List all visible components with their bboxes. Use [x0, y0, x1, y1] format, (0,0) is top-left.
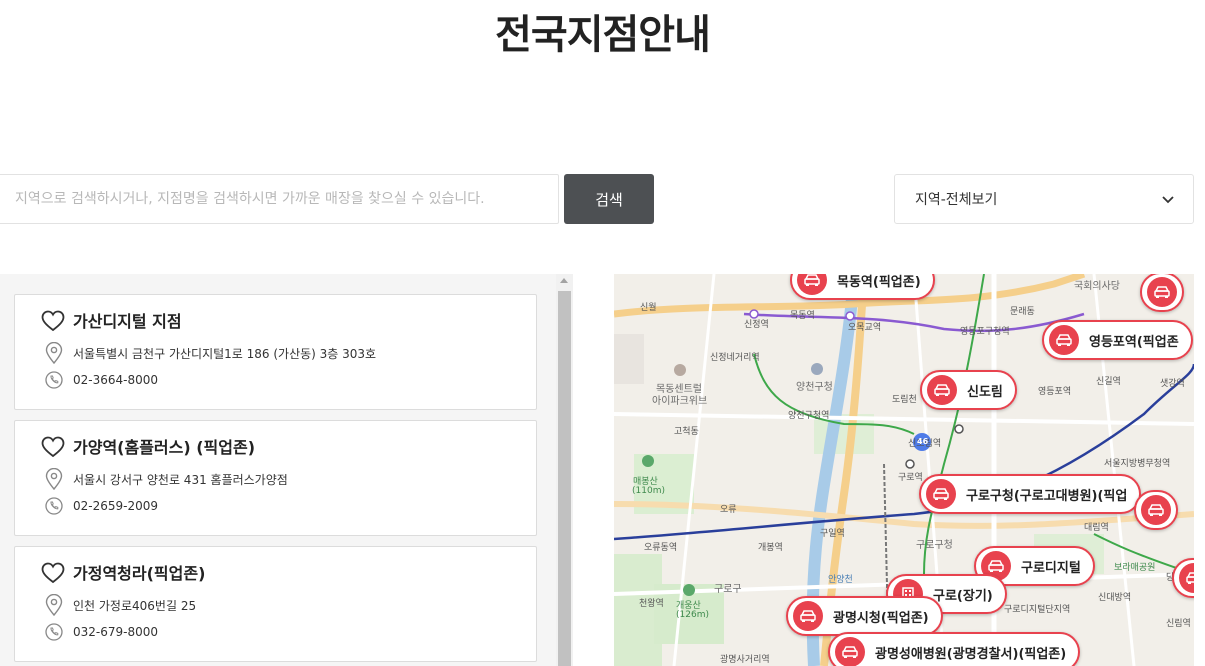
- car-icon: [1049, 325, 1079, 355]
- map-label: 신길역: [1096, 377, 1121, 387]
- map-marker[interactable]: 목동역(픽업존): [790, 274, 935, 300]
- map-label: 구로디지털단지역: [1004, 605, 1071, 615]
- map-marker[interactable]: 신도림: [920, 370, 1017, 410]
- map-label: 구로구청: [916, 540, 953, 551]
- heart-icon[interactable]: [41, 562, 65, 584]
- store-card[interactable]: 가정역청라(픽업존) 인천 가정로406번길 25 032-679-8000: [14, 546, 537, 662]
- car-icon: [797, 274, 827, 295]
- map-label: 보라매공원: [1114, 563, 1156, 573]
- store-name[interactable]: 가정역청라(픽업존): [73, 560, 205, 584]
- car-icon: [1147, 277, 1177, 307]
- map-label: 안양천: [828, 575, 853, 585]
- map-label: 신림역: [1166, 619, 1191, 629]
- store-name[interactable]: 가양역(홈플러스) (픽업존): [73, 434, 255, 458]
- map-label: 고척동: [674, 427, 699, 437]
- store-phone: 032-679-8000: [73, 625, 159, 639]
- phone-icon: [45, 371, 63, 389]
- store-card[interactable]: 가양역(홈플러스) (픽업존) 서울시 강서구 양천로 431 홈플러스가양점 …: [14, 420, 537, 536]
- map-label: 구로구: [714, 584, 742, 595]
- map-label: 양천구청: [796, 382, 833, 393]
- map-label: 아이파크위브: [652, 396, 708, 407]
- map-label: (110m): [632, 486, 665, 496]
- map-label: 광명사거리역: [720, 655, 770, 665]
- car-icon: [1141, 495, 1171, 525]
- store-locator-page: 전국지점안내 검색 지역-전체보기 가산디지털 지점 서울특별시 금천구 가산디…: [0, 0, 1205, 666]
- map-label: 양천구청역: [788, 411, 830, 421]
- marker-label: 목동역(픽업존): [837, 274, 921, 290]
- store-card[interactable]: 가산디지털 지점 서울특별시 금천구 가산디지털1로 186 (가산동) 3층 …: [14, 294, 537, 410]
- location-pin-icon: [45, 342, 63, 364]
- map-marker[interactable]: 구로구청(구로고대병원)(픽업: [919, 474, 1142, 514]
- marker-label: 광명성애병원(광명경찰서)(픽업존): [875, 646, 1067, 662]
- map-label: 도림천: [892, 395, 917, 405]
- map-label: 영등포역: [1038, 387, 1072, 397]
- store-list[interactable]: 가산디지털 지점 서울특별시 금천구 가산디지털1로 186 (가산동) 3층 …: [0, 274, 573, 666]
- heart-icon[interactable]: [41, 310, 65, 332]
- map-label: 46: [917, 437, 929, 446]
- map-label: 구일역: [820, 529, 845, 539]
- heart-icon[interactable]: [41, 436, 65, 458]
- scroll-up-arrow-icon[interactable]: [560, 278, 568, 283]
- map-label: 문래동: [1010, 307, 1035, 317]
- region-select[interactable]: 지역-전체보기: [894, 174, 1194, 224]
- search-button[interactable]: 검색: [564, 174, 654, 224]
- map-label: 신정역: [744, 320, 769, 330]
- map-marker[interactable]: [1134, 490, 1178, 530]
- map-label: 개봉역: [758, 543, 783, 553]
- marker-label: 구로구청(구로고대병원)(픽업: [966, 488, 1128, 504]
- store-address: 서울특별시 금천구 가산디지털1로 186 (가산동) 3층 303호: [73, 347, 377, 361]
- map-label: 서울지방병무청역: [1104, 459, 1171, 469]
- car-icon: [1179, 563, 1194, 593]
- map-label: 오목교역: [848, 323, 882, 333]
- map-label: 신월: [640, 303, 657, 313]
- phone-icon: [45, 497, 63, 515]
- car-icon: [793, 601, 823, 631]
- store-address: 서울시 강서구 양천로 431 홈플러스가양점: [73, 473, 288, 487]
- marker-label: 영등포역(픽업존: [1089, 334, 1179, 350]
- marker-label: 신도림: [967, 384, 1003, 400]
- map-marker[interactable]: 영등포역(픽업존: [1042, 320, 1193, 360]
- car-icon: [927, 375, 957, 405]
- scrollbar-thumb[interactable]: [558, 291, 571, 666]
- store-phone: 02-2659-2009: [73, 499, 159, 513]
- map-label: 국회의사당: [1074, 281, 1120, 292]
- location-pin-icon: [45, 468, 63, 490]
- map-label: 영등포구청역: [960, 327, 1010, 337]
- map-label: 대림역: [1084, 523, 1109, 533]
- search-input[interactable]: [0, 174, 559, 224]
- map-label: 천왕역: [639, 599, 664, 609]
- map-label: 구로역: [898, 473, 923, 483]
- page-title: 전국지점안내: [495, 12, 711, 58]
- scrollbar[interactable]: [556, 274, 573, 666]
- map-label: (126m): [676, 610, 709, 620]
- map-label: 샛강역: [1160, 379, 1185, 389]
- marker-label: 구로(장기): [933, 588, 993, 604]
- store-map[interactable]: 국회의사당 신정역 목동역 오목교역 영등포구청역 신정네거리역 양천구청 목동…: [614, 274, 1194, 666]
- map-marker[interactable]: [1140, 274, 1184, 312]
- marker-label: 구로디지털: [1021, 560, 1081, 576]
- marker-label: 광명시청(픽업존): [833, 610, 929, 626]
- phone-icon: [45, 623, 63, 641]
- map-label: 오류동역: [644, 543, 678, 553]
- map-label: 신정네거리역: [710, 353, 760, 363]
- map-label: 오류: [720, 505, 737, 515]
- map-label: 신대방역: [1098, 593, 1132, 603]
- map-marker[interactable]: 광명시청(픽업존): [786, 596, 943, 636]
- location-pin-icon: [45, 594, 63, 616]
- car-icon: [835, 637, 865, 666]
- region-select-value: 지역-전체보기: [915, 192, 998, 208]
- store-phone: 02-3664-8000: [73, 373, 159, 387]
- store-address: 인천 가정로406번길 25: [73, 599, 197, 613]
- car-icon: [926, 479, 956, 509]
- store-name[interactable]: 가산디지털 지점: [73, 308, 182, 332]
- map-marker[interactable]: 광명성애병원(광명경찰서)(픽업존): [828, 632, 1081, 666]
- chevron-down-icon: [1162, 196, 1174, 204]
- map-label: 목동역: [790, 311, 815, 321]
